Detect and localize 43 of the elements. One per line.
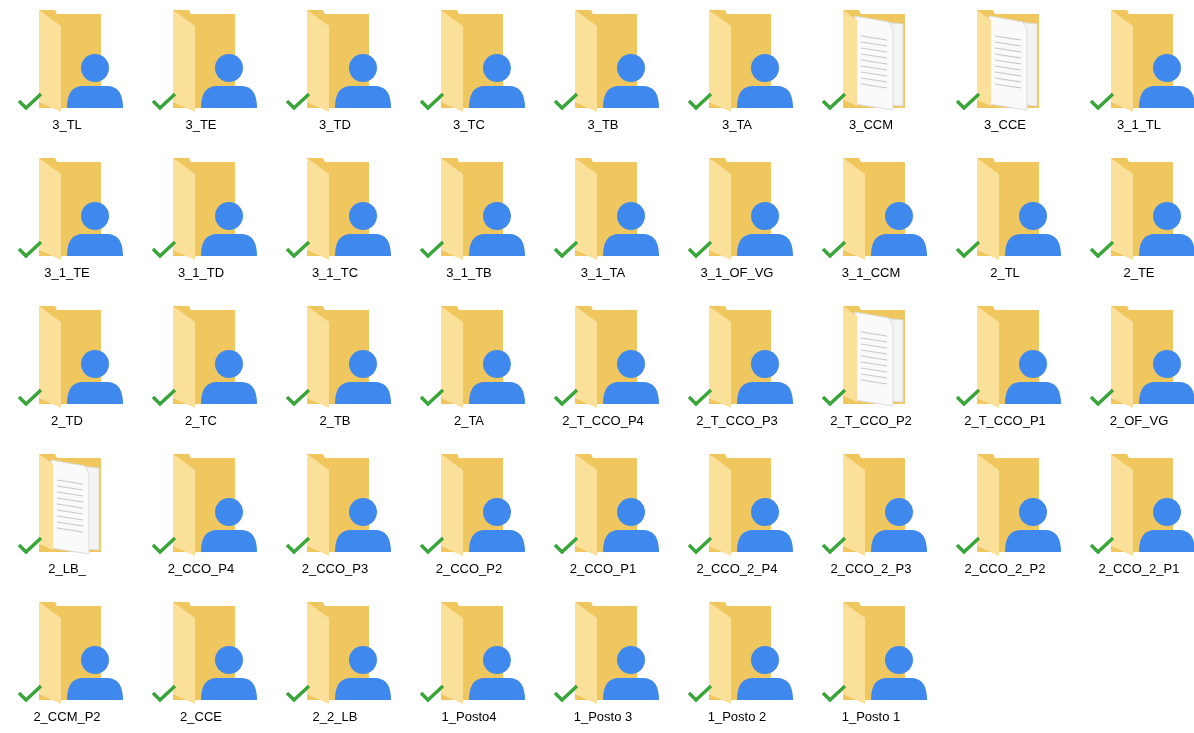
folder-name[interactable]: 2_CCM_P2 [33,709,101,725]
folder-name[interactable]: 3_1_TD [177,265,225,281]
folder-name[interactable]: 2_OF_VG [1109,413,1169,429]
folder-name[interactable]: 2_CCE [180,709,222,725]
folder-name[interactable]: 3_1_TB [446,265,492,281]
folder-name[interactable]: 2_T_CCO_P4 [562,413,644,429]
folder-name[interactable]: 1_Posto4 [441,709,497,725]
folder-name[interactable]: 2_TE [1123,265,1155,281]
folder-name[interactable]: 3_TC [453,117,485,133]
folder-name[interactable]: 2_T_CCO_P2 [830,413,912,429]
folder-name[interactable]: 3_TE [185,117,217,133]
folder-name[interactable]: 3_1_TA [580,265,626,281]
folder-name[interactable]: 2_CCO_2_P2 [964,561,1046,577]
folder-name[interactable]: 3_1_OF_VG [700,265,774,281]
folder-name[interactable]: 2_CCO_2_P4 [696,561,778,577]
folder-name[interactable]: 3_1_TL [1116,117,1162,133]
folder-name[interactable]: 3_CCM [848,117,894,133]
folder-name[interactable]: 2_TB [319,413,351,429]
folder-name[interactable]: 2_CCO_2_P3 [830,561,912,577]
folder-name[interactable]: 2_TC [185,413,217,429]
folder-name[interactable]: 2_TL [990,265,1020,281]
folder-name[interactable]: 3_TA [721,117,753,133]
folder-name[interactable]: 2_T_CCO_P3 [696,413,778,429]
folder-name[interactable]: 1_Posto 2 [707,709,767,725]
folder-name[interactable]: 3_1_TC [311,265,359,281]
folder-name[interactable]: 2_LB_ [48,561,86,577]
folder-name[interactable]: 2_CCO_2_P1 [1098,561,1180,577]
folder-name[interactable]: 1_Posto 3 [573,709,633,725]
folder-name[interactable]: 2_TA [453,413,485,429]
folder-name[interactable]: 2_CCO_P2 [435,561,503,577]
folder-name[interactable]: 2_TD [51,413,83,429]
folder-name[interactable]: 3_TL [52,117,82,133]
folder-name[interactable]: 3_TB [587,117,619,133]
folder-name[interactable]: 1_Posto 1 [841,709,901,725]
folder-name[interactable]: 2_CCO_P3 [301,561,369,577]
folder-name[interactable]: 3_1_TE [44,265,90,281]
folder-name[interactable]: 2_CCO_P1 [569,561,637,577]
folder-name[interactable]: 2_T_CCO_P1 [964,413,1046,429]
folder-name[interactable]: 2_CCO_P4 [167,561,235,577]
folder-name[interactable]: 3_1_CCM [841,265,901,281]
folder-name[interactable]: 3_TD [319,117,351,133]
folder-name[interactable]: 3_CCE [984,117,1026,133]
folder-name[interactable]: 2_2_LB [312,709,358,725]
